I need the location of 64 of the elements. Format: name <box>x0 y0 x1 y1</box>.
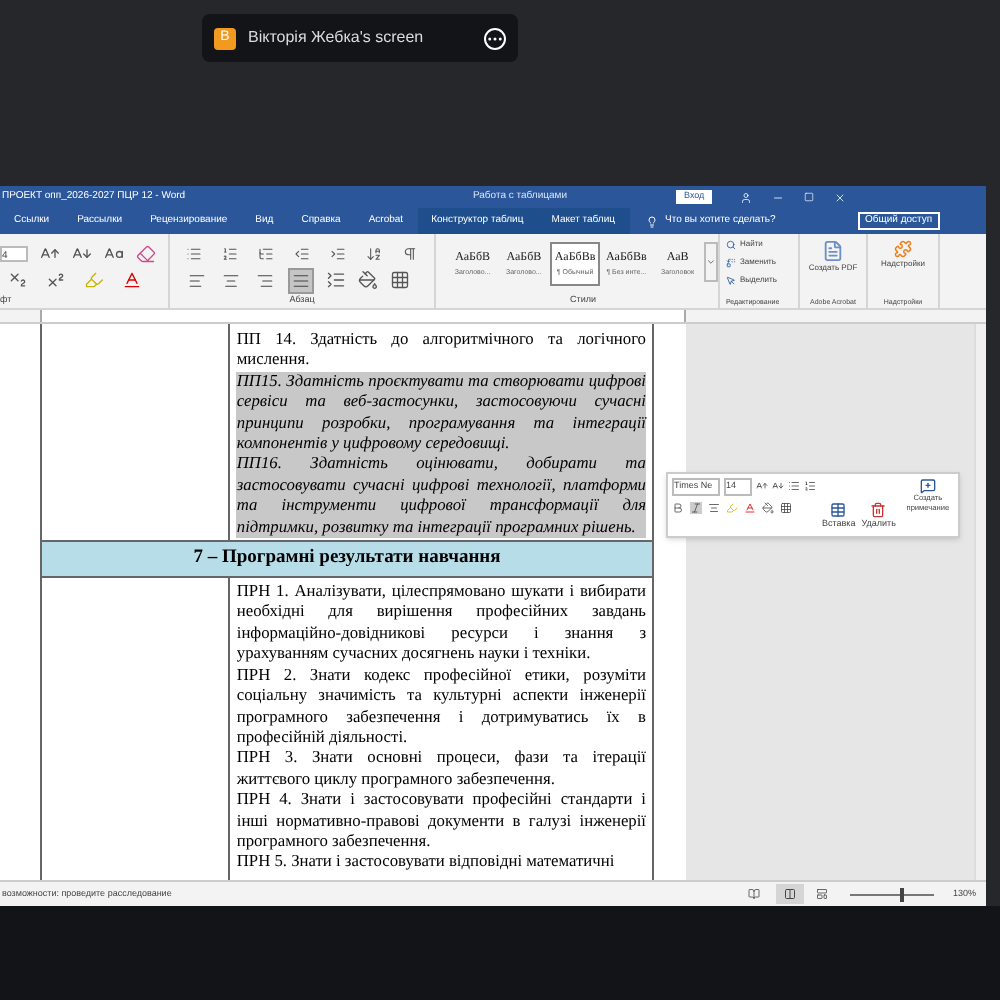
subscript-icon[interactable] <box>8 270 28 290</box>
numbering-icon[interactable] <box>804 480 816 493</box>
sort-icon[interactable] <box>366 244 382 264</box>
align-icon[interactable] <box>708 501 720 514</box>
align-icon <box>256 271 274 289</box>
document-icon <box>822 240 844 262</box>
decrease-indent-icon[interactable] <box>294 244 310 264</box>
paragraph: ПРН 1. Аналізувати, цілеспрямовано шукати і вибирати необхідні для вирішення професійних завдань інформаційно-довідникові ресурси і знання з урахуванням сучасних досягнень науки і техніки. <box>236 582 646 666</box>
align-icon <box>222 271 240 289</box>
line-spacing-icon[interactable] <box>326 270 346 290</box>
section-header: 7 – Програмні результати навчання <box>42 540 652 579</box>
zoom-thumb[interactable] <box>899 887 904 901</box>
maximize-icon[interactable] <box>804 191 815 201</box>
minimize-icon[interactable] <box>772 191 785 203</box>
bold-icon[interactable] <box>672 501 684 514</box>
shrink-font-icon[interactable] <box>772 480 784 493</box>
pilcrow-icon[interactable] <box>402 244 418 264</box>
bullets-icon[interactable] <box>186 244 202 264</box>
web-layout-icon[interactable] <box>816 888 829 900</box>
clear-format-icon[interactable] <box>136 244 156 264</box>
change-case-icon[interactable] <box>104 244 124 264</box>
search-icon <box>726 239 736 249</box>
superscript-icon[interactable] <box>46 270 66 290</box>
align-button[interactable] <box>220 269 242 291</box>
shading-icon[interactable] <box>762 501 774 514</box>
borders-icon[interactable] <box>390 270 410 290</box>
cursor-icon <box>726 275 736 285</box>
read-mode-icon[interactable] <box>748 888 761 900</box>
paragraph: ПП 14. Здатність до алгоритмічного та логічного мислення. <box>236 330 646 372</box>
paragraph: ПРН 3. Знати основні процеси, фази та ітерації життєвого циклу програмного забезпечення. <box>236 748 646 791</box>
paragraph: ПП16. Здатність оцінювати, добирати та застосовувати сучасні цифрові технології, платформи та інструменти цифрової трансформації для підтримки, розвитку та інтеграції програмних рішень. <box>236 454 646 539</box>
grow-font-icon[interactable] <box>40 244 60 264</box>
lightbulb-icon <box>645 215 657 227</box>
grow-font-icon[interactable] <box>756 480 768 493</box>
font-color-icon[interactable] <box>122 270 142 290</box>
shrink-font-icon[interactable] <box>72 244 92 264</box>
paragraph: ПП15. Здатність проєктувати та створювати цифрові сервіси та веб-застосунки, застосовуючи сучасні принципи розробки, програмування та інтеграції компонентів у цифровому середовищі. <box>236 371 646 455</box>
replace-icon <box>726 257 736 267</box>
borders-icon[interactable] <box>780 501 792 514</box>
align-button[interactable] <box>288 267 314 293</box>
italic-icon[interactable] <box>690 501 702 514</box>
trash-icon <box>870 502 887 519</box>
scrollbar[interactable] <box>974 324 986 880</box>
align-icon <box>292 271 310 289</box>
more-icon[interactable] <box>484 27 506 49</box>
print-layout-icon[interactable] <box>784 888 797 900</box>
account-icon[interactable] <box>740 191 753 203</box>
table-icon <box>830 502 847 519</box>
font-color-icon[interactable] <box>744 501 756 514</box>
presenter-name: Вікторія Жебка's screen <box>248 26 426 50</box>
multilevel-list-icon[interactable] <box>258 244 274 264</box>
align-button[interactable] <box>254 269 276 291</box>
numbering-icon[interactable] <box>222 244 238 264</box>
close-icon[interactable] <box>834 191 847 203</box>
comment-icon <box>919 478 936 494</box>
paragraph: ПРН 2. Знати кодекс професійної етики, розуміти соціальну значимість та культурні аспекти інженерії програмного забезпечення і дотримуватись їх в професійній діяльності. <box>236 665 646 749</box>
shading-icon[interactable] <box>358 270 378 290</box>
puzzle-icon <box>893 240 912 258</box>
align-button[interactable] <box>186 269 208 291</box>
paragraph: ПРН 5. Знати і застосовувати відповідні математичні <box>236 852 617 874</box>
align-icon <box>188 271 206 289</box>
increase-indent-icon[interactable] <box>330 244 346 264</box>
paragraph: ПРН 4. Знати і застосовувати професійні стандарти і інші нормативно-правові документи в галузі інженерії програмного забезпечення. <box>236 790 646 853</box>
bullets-icon[interactable] <box>788 480 800 493</box>
